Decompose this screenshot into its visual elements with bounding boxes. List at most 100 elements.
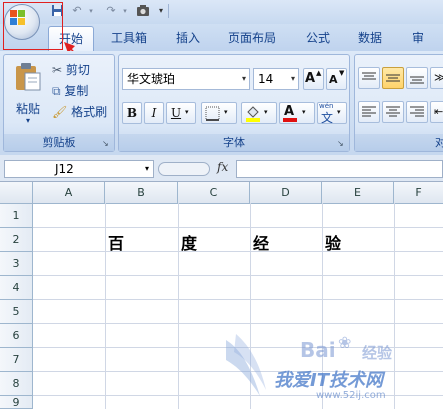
align-top-button[interactable] (358, 67, 380, 89)
align-right-button[interactable] (406, 101, 428, 123)
align-top-icon (362, 72, 376, 80)
name-box[interactable]: J12 ▾ (4, 160, 154, 178)
bold-label: B (126, 106, 138, 120)
tab-page-layout[interactable]: 页面布局 (218, 26, 286, 50)
font-launcher-icon[interactable]: ↘ (337, 139, 346, 148)
grid-line (105, 203, 106, 409)
borders-button[interactable]: ▾ (201, 102, 237, 124)
align-left-icon (362, 106, 376, 117)
cell-e2[interactable]: 验 (325, 230, 341, 254)
paste-button[interactable]: 粘贴 ▾ (8, 59, 46, 129)
font-color-button[interactable]: A ▾ (279, 102, 315, 124)
grow-font-button[interactable]: A ▲ (303, 68, 324, 90)
row-header[interactable]: 6 (0, 324, 33, 348)
copy-label: 复制 (64, 84, 89, 98)
align-middle-icon (386, 74, 400, 82)
cell-c2[interactable]: 度 (181, 230, 197, 254)
paintbrush-icon: 🖌 (52, 105, 68, 119)
align-center-button[interactable] (382, 101, 404, 123)
column-header[interactable]: F (394, 182, 443, 203)
cut-button[interactable]: ✂ 剪切 (52, 61, 90, 78)
watermark-paw-icon: ❀ (338, 333, 352, 352)
font-name-dropdown-icon: ▾ (241, 74, 246, 83)
align-left-button[interactable] (358, 101, 380, 123)
row-header[interactable]: 4 (0, 276, 33, 300)
column-header[interactable]: D (250, 182, 322, 203)
column-header[interactable]: A (33, 182, 105, 203)
fill-color-dropdown-icon[interactable]: ▾ (264, 108, 268, 116)
row-header[interactable]: 3 (0, 252, 33, 276)
font-color-dropdown-icon[interactable]: ▾ (302, 108, 306, 116)
grid-line (178, 203, 179, 409)
paste-dropdown-icon[interactable]: ▾ (9, 116, 47, 125)
format-painter-button[interactable]: 🖌 格式刷 (52, 103, 107, 120)
tab-data[interactable]: 数据 (348, 26, 392, 50)
font-size-select[interactable]: 14 ▾ (253, 68, 299, 90)
column-header[interactable]: B (105, 182, 178, 203)
camera-icon[interactable] (136, 4, 150, 18)
underline-button[interactable]: U ▾ (166, 102, 196, 124)
tab-formulas[interactable]: 公式 (296, 26, 340, 50)
customize-toolbar-icon[interactable]: ▾ (154, 4, 168, 18)
formula-bar-splitter[interactable] (158, 162, 210, 176)
copy-icon: ⧉ (52, 84, 61, 98)
row-header[interactable]: 9 (0, 396, 33, 409)
italic-label: I (151, 106, 157, 120)
row-header[interactable]: 2 (0, 228, 33, 252)
decrease-indent-button[interactable]: ⇤ (430, 101, 443, 123)
row-header[interactable]: 7 (0, 348, 33, 372)
bold-button[interactable]: B (122, 102, 142, 124)
row-header[interactable]: 8 (0, 372, 33, 396)
paint-bucket-icon (246, 106, 260, 122)
copy-button[interactable]: ⧉ 复制 (52, 82, 88, 99)
italic-button[interactable]: I (144, 102, 164, 124)
undo-dropdown-icon[interactable]: ▾ (84, 4, 98, 18)
tab-insert[interactable]: 插入 (166, 26, 210, 50)
select-all-corner[interactable] (0, 182, 33, 203)
watermark-brand-suffix: 经验 (362, 344, 393, 362)
align-center-icon (386, 106, 400, 117)
alignment-group: ≫ ⇤ 对 (354, 54, 443, 152)
align-middle-button[interactable] (382, 67, 404, 89)
undo-icon[interactable]: ↶ (70, 4, 84, 18)
grow-font-icon: ▲ (316, 69, 322, 77)
column-header[interactable]: C (178, 182, 250, 203)
grid-line (394, 203, 395, 409)
toolbar-divider (168, 4, 169, 18)
cell-d2[interactable]: 经 (253, 230, 269, 254)
align-bottom-button[interactable] (406, 67, 428, 89)
tab-review[interactable]: 审阅 (402, 26, 443, 69)
clipboard-launcher-icon[interactable]: ↘ (102, 139, 111, 148)
grid-line (33, 299, 443, 300)
font-color-label: A (284, 104, 295, 119)
align-bottom-icon (410, 76, 424, 84)
row-header[interactable]: 1 (0, 204, 33, 228)
scissors-icon: ✂ (52, 63, 63, 77)
grid-line (33, 323, 443, 324)
font-size-dropdown-icon: ▾ (290, 74, 295, 83)
redo-dropdown-icon[interactable]: ▾ (118, 4, 132, 18)
row-header[interactable]: 5 (0, 300, 33, 324)
formula-input[interactable] (236, 160, 443, 178)
alignment-group-label: 对 (355, 134, 443, 151)
redo-icon[interactable]: ↷ (104, 4, 118, 18)
cell-b2[interactable]: 百 (108, 230, 124, 254)
borders-icon (205, 106, 220, 121)
underline-dropdown-icon[interactable]: ▾ (185, 108, 189, 116)
font-name-select[interactable]: 华文琥珀 ▾ (122, 68, 250, 90)
phonetic-button[interactable]: wén 文 ▾ (317, 102, 347, 125)
phonetic-dropdown-icon[interactable]: ▾ (337, 108, 341, 116)
underline-label: U (170, 106, 182, 120)
indent-icon: ⇤ (434, 105, 443, 118)
font-group: 华文琥珀 ▾ 14 ▾ A ▲ A ▼ B I U ▾ ▾ ▾ A ▾ wén … (118, 54, 350, 152)
grow-font-label: A (305, 71, 316, 86)
insert-function-button[interactable]: fx (217, 160, 228, 174)
orientation-button[interactable]: ≫ (430, 67, 443, 89)
shrink-font-button[interactable]: A ▼ (326, 68, 347, 90)
name-box-dropdown-icon[interactable]: ▾ (145, 161, 149, 177)
fill-color-button[interactable]: ▾ (241, 102, 277, 124)
column-header[interactable]: E (322, 182, 394, 203)
title-bar (0, 0, 443, 24)
borders-dropdown-icon[interactable]: ▾ (224, 108, 228, 116)
grid-line (33, 251, 443, 252)
